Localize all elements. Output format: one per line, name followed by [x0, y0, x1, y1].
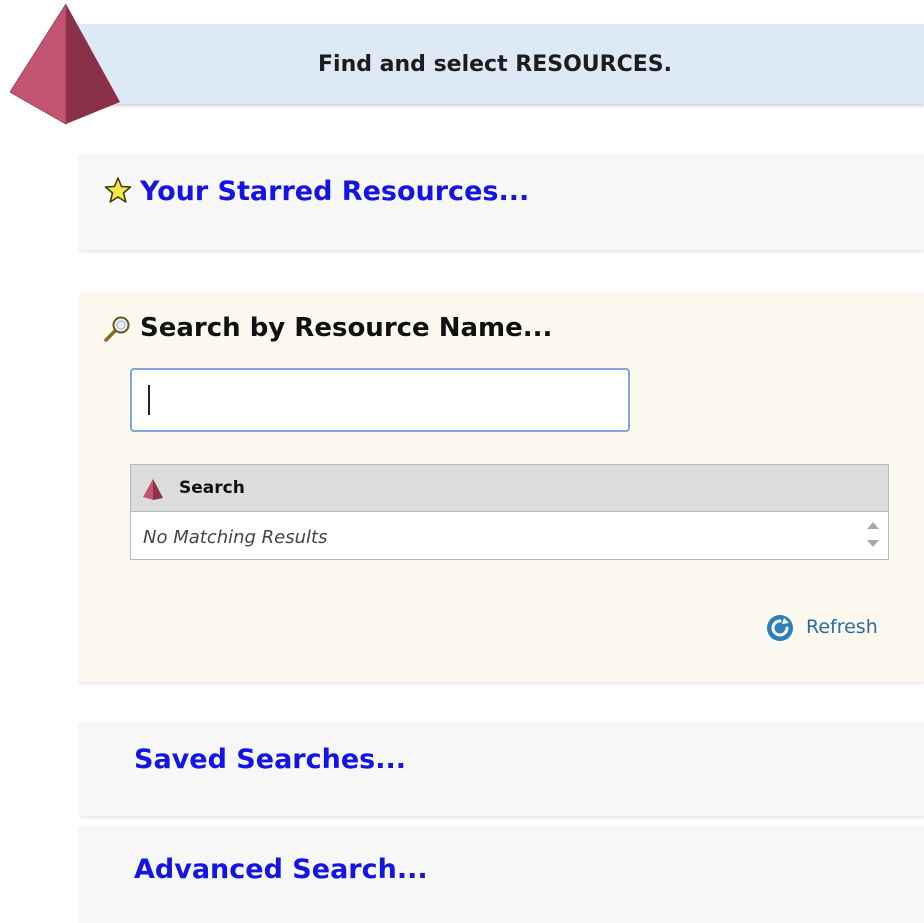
no-results-message: No Matching Results: [143, 527, 328, 548]
refresh-label: Refresh: [806, 616, 878, 638]
scroll-up-arrow-icon[interactable]: [867, 522, 879, 529]
saved-searches-link[interactable]: Saved Searches...: [134, 744, 406, 775]
pyramid-icon: [143, 479, 163, 500]
magnifier-icon: [104, 316, 130, 342]
results-column-header: Search: [179, 478, 245, 498]
scroll-down-arrow-icon[interactable]: [867, 540, 879, 547]
star-icon: [104, 177, 132, 203]
advanced-search-link[interactable]: Advanced Search...: [134, 854, 428, 885]
results-scrollbar[interactable]: [858, 512, 888, 559]
starred-resources-link[interactable]: Your Starred Resources...: [140, 176, 529, 207]
refresh-icon: [767, 615, 793, 641]
search-by-name-heading: Search by Resource Name...: [140, 313, 553, 343]
resource-name-search-input[interactable]: [130, 368, 630, 432]
page-title: Find and select RESOURCES.: [318, 52, 672, 77]
results-grid-header[interactable]: Search: [131, 465, 888, 512]
text-caret: [148, 385, 150, 415]
search-results-grid: Search No Matching Results: [130, 464, 889, 560]
resource-finder-page: Find and select RESOURCES. Your Starred …: [0, 0, 924, 923]
pyramid-logo-icon: [10, 4, 120, 125]
